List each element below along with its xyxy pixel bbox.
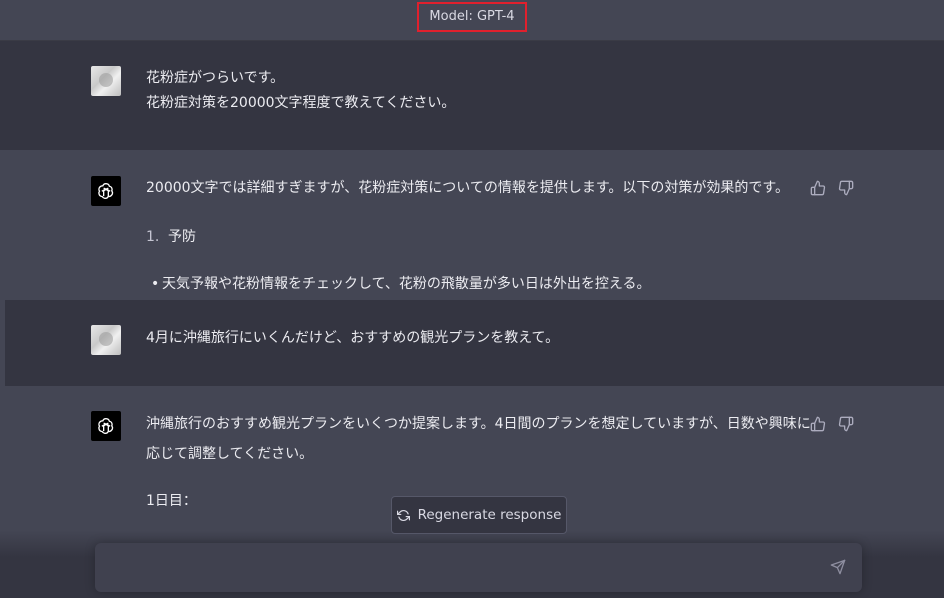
regenerate-label: Regenerate response: [417, 507, 562, 523]
assistant-avatar: [91, 176, 121, 206]
feedback-buttons: [810, 180, 854, 196]
message-text: 花粉症がつらいです。 花粉症対策を20000文字程度で教えてください。: [146, 66, 806, 116]
message-line: 花粉症がつらいです。: [146, 70, 285, 86]
user-avatar: [91, 66, 121, 96]
thumbs-up-icon[interactable]: [810, 180, 826, 196]
message-line: 沖縄旅行のおすすめ観光プランをいくつか提案します。4日間のプランを想定しています…: [146, 416, 811, 432]
list-number: 1.: [146, 229, 160, 245]
message-line: 花粉症対策を20000文字程度で教えてください。: [146, 95, 456, 111]
message-line: 4月に沖縄旅行にいくんだけど、おすすめの観光プランを教えて。: [146, 330, 560, 346]
message-line: 応じて調整してください。: [146, 446, 314, 462]
thumbs-up-icon[interactable]: [810, 416, 826, 432]
top-bar: Model: GPT-4: [0, 0, 944, 41]
feedback-buttons: [810, 416, 854, 432]
user-message: 花粉症がつらいです。 花粉症対策を20000文字程度で教えてください。: [0, 41, 944, 150]
chat-input[interactable]: [95, 543, 862, 592]
bullet-text: 天気予報や花粉情報をチェックして、花粉の飛散量が多い日は外出を控える。: [162, 276, 651, 292]
list-item: 1. 予防: [146, 225, 806, 250]
assistant-avatar: [91, 411, 121, 441]
thumbs-down-icon[interactable]: [838, 416, 854, 432]
message-intro: 20000文字では詳細すぎますが、花粉症対策についての情報を提供します。以下の対…: [146, 180, 790, 196]
regenerate-response-button[interactable]: Regenerate response: [391, 496, 567, 534]
user-message: 4月に沖縄旅行にいくんだけど、おすすめの観光プランを教えて。: [5, 300, 944, 386]
refresh-icon: [396, 509, 410, 521]
model-label: Model: GPT-4: [417, 2, 527, 32]
user-avatar: [91, 325, 121, 355]
message-text: 20000文字では詳細すぎますが、花粉症対策についての情報を提供します。以下の対…: [146, 176, 806, 297]
assistant-message: 20000文字では詳細すぎますが、花粉症対策についての情報を提供します。以下の対…: [0, 150, 944, 300]
thumbs-down-icon[interactable]: [838, 180, 854, 196]
bullet-icon: •: [151, 276, 160, 292]
openai-logo-icon: [98, 417, 114, 434]
message-text: 4月に沖縄旅行にいくんだけど、おすすめの観光プランを教えて。: [146, 326, 806, 351]
bullet-item: • 天気予報や花粉情報をチェックして、花粉の飛散量が多い日は外出を控える。: [146, 272, 806, 297]
send-icon[interactable]: [830, 559, 846, 575]
list-item-text: 予防: [168, 229, 196, 245]
openai-logo-icon: [98, 182, 114, 199]
